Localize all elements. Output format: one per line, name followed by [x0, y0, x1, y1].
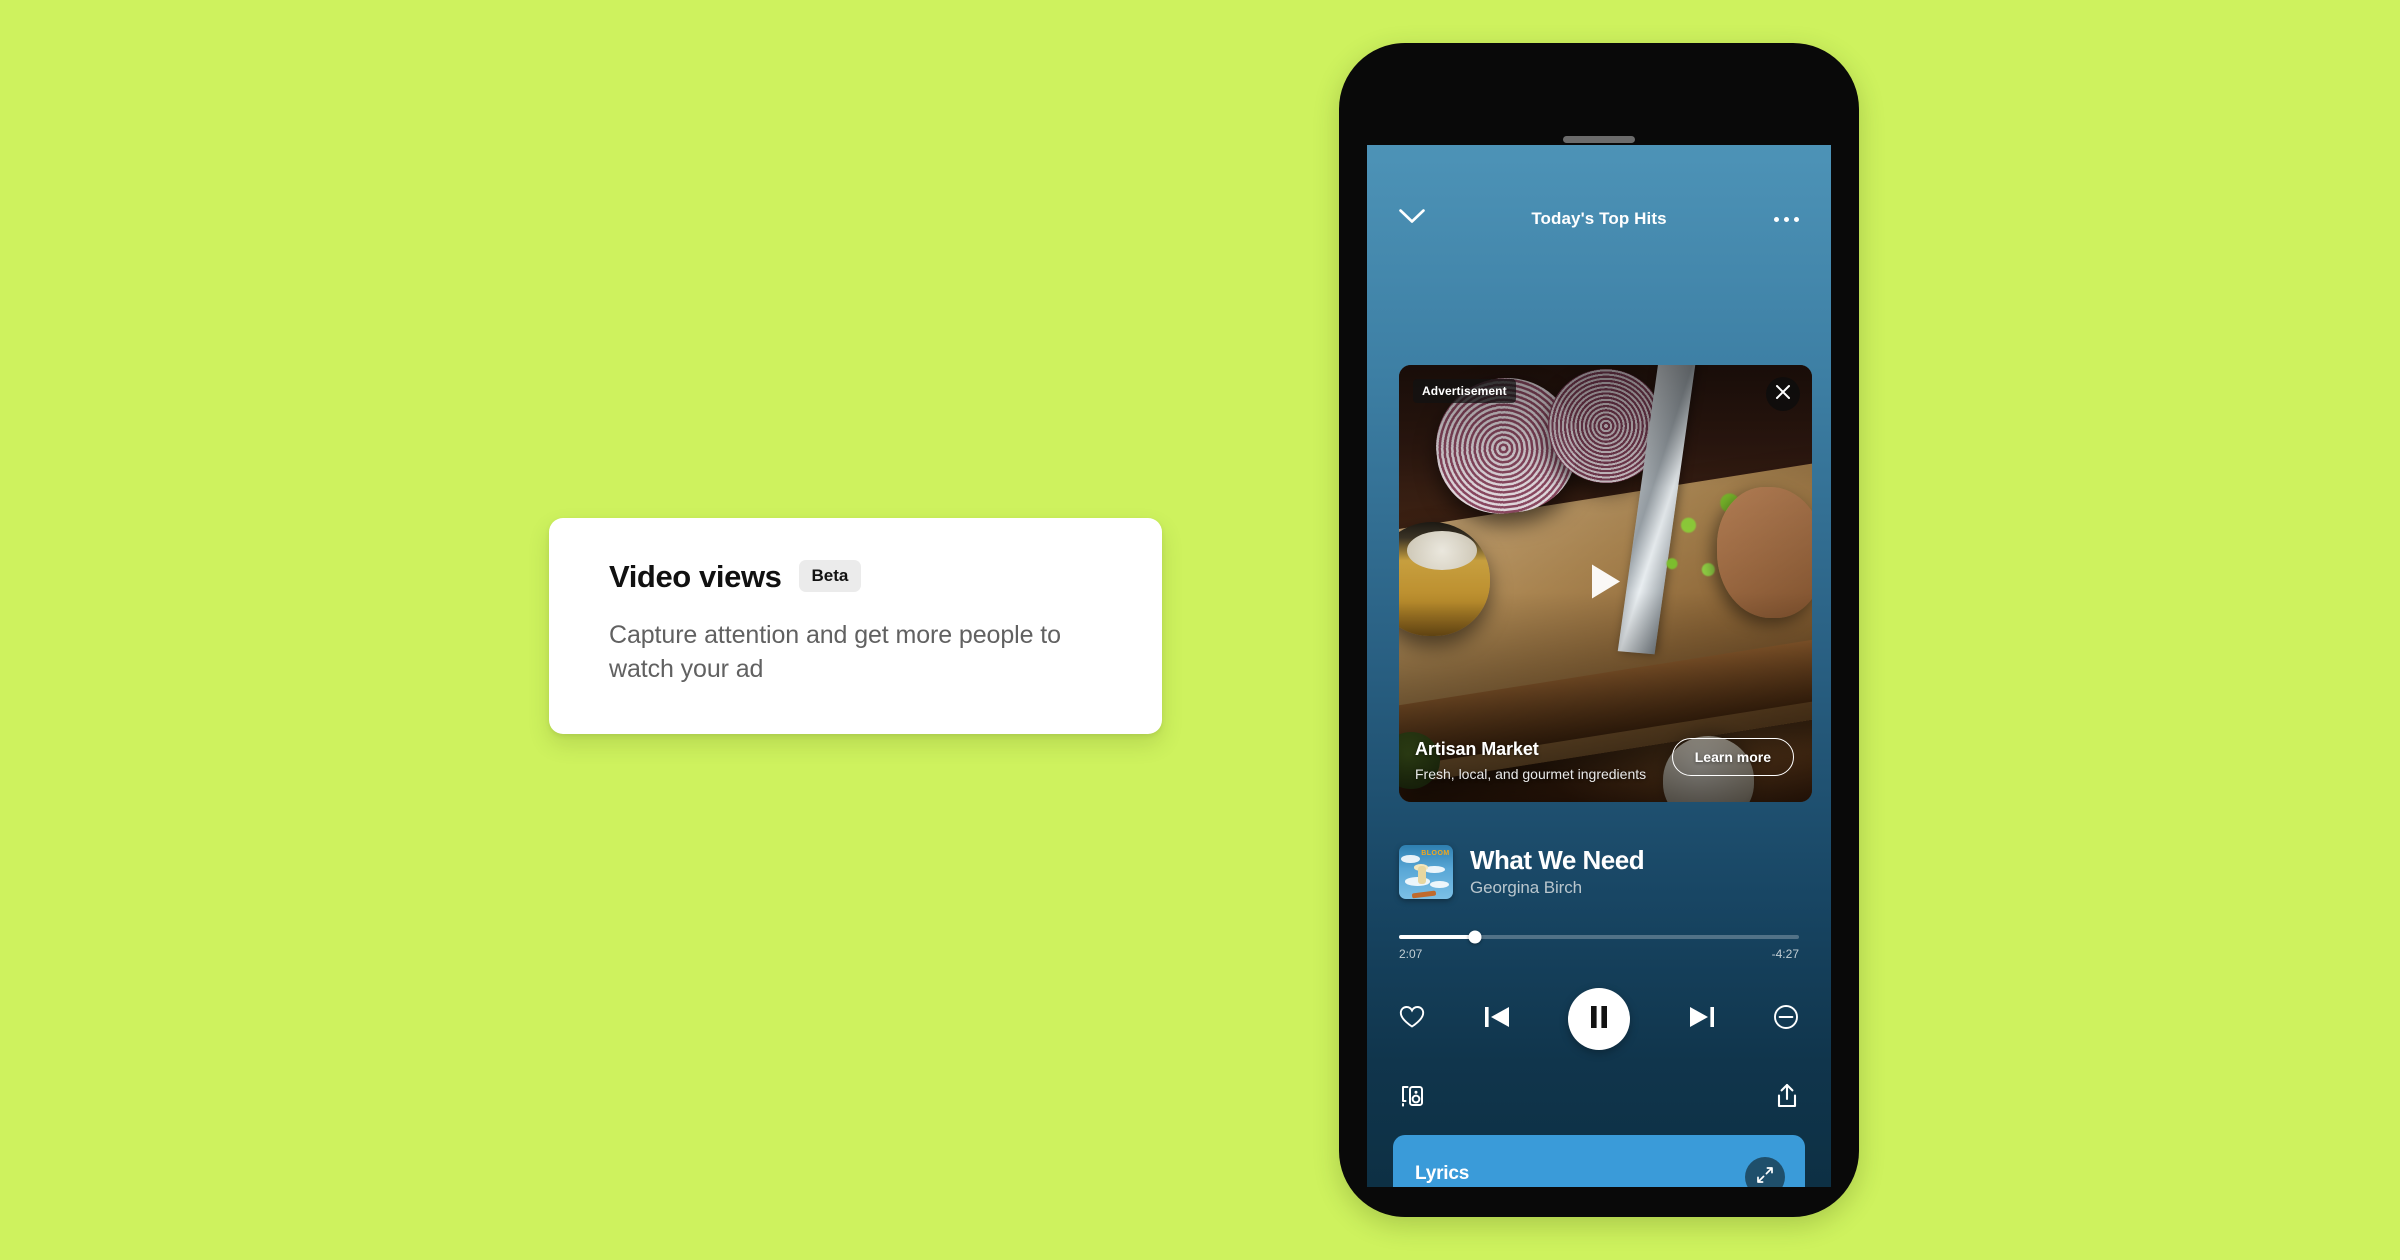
playback-progress: 2:07 -4:27 — [1399, 930, 1799, 961]
album-art-cloud — [1401, 854, 1420, 863]
more-options-icon — [1773, 216, 1779, 222]
status-badge: Beta — [798, 560, 862, 592]
lyrics-title: Lyrics — [1415, 1163, 1470, 1184]
ad-brand-name: Artisan Market — [1415, 739, 1539, 760]
feature-card-description: Capture attention and get more people to… — [609, 621, 1061, 684]
play-icon — [1589, 564, 1623, 604]
track-title: What We Need — [1470, 844, 1645, 875]
phone-mockup: Today's Top Hits Advertisement Artisan M… — [1339, 43, 1859, 1217]
pause-icon — [1588, 1004, 1610, 1035]
more-options-icon-dot2 — [1783, 216, 1789, 222]
page-title: Video views — [609, 558, 782, 594]
progress-times: 2:07 -4:27 — [1399, 947, 1799, 961]
remaining-time: -4:27 — [1771, 947, 1799, 961]
share-button[interactable] — [1775, 1083, 1799, 1114]
feature-card-title-row: Video views Beta — [609, 560, 1112, 592]
advertisement-card[interactable]: Advertisement Artisan Market Fresh, loca… — [1399, 365, 1812, 802]
track-meta: What We Need Georgina Birch — [1470, 844, 1645, 898]
album-artwork[interactable]: BLOOM — [1399, 845, 1453, 899]
play-video-button[interactable] — [1589, 562, 1623, 605]
ad-tagline: Fresh, local, and gourmet ingredients — [1415, 766, 1647, 783]
chevron-down-icon — [1399, 209, 1425, 229]
connect-to-device-icon — [1399, 1084, 1425, 1113]
phone-screen: Today's Top Hits Advertisement Artisan M… — [1367, 145, 1831, 1187]
elapsed-time: 2:07 — [1399, 947, 1423, 961]
learn-more-button[interactable]: Learn more — [1671, 738, 1794, 776]
previous-track-button[interactable] — [1483, 1004, 1511, 1035]
expand-lyrics-button[interactable] — [1745, 1157, 1785, 1187]
skip-next-icon — [1688, 1004, 1716, 1035]
album-art-cloud-4 — [1430, 880, 1449, 888]
album-art-figure — [1418, 865, 1426, 884]
next-track-button[interactable] — [1688, 1004, 1716, 1035]
ad-info: Artisan Market Fresh, local, and gourmet… — [1415, 739, 1712, 784]
like-button[interactable] — [1399, 1005, 1425, 1034]
heart-icon — [1399, 1005, 1425, 1034]
skip-previous-icon — [1483, 1004, 1511, 1035]
more-options-button[interactable] — [1767, 200, 1805, 238]
speaker-slit-icon — [1563, 136, 1635, 143]
track-artist: Georgina Birch — [1470, 878, 1582, 898]
video-views-feature-card: Video views Beta Capture attention and g… — [549, 518, 1162, 734]
progress-bar-fill — [1399, 935, 1475, 939]
connect-to-device-button[interactable] — [1399, 1084, 1425, 1113]
play-pause-button[interactable] — [1568, 988, 1630, 1050]
advertisement-label: Advertisement — [1413, 379, 1516, 403]
close-icon — [1775, 384, 1791, 405]
hide-song-button[interactable] — [1773, 1004, 1799, 1035]
collapse-player-button[interactable] — [1393, 200, 1431, 238]
progress-bar[interactable] — [1399, 930, 1799, 944]
hide-song-icon — [1773, 1004, 1799, 1035]
lyrics-panel[interactable]: Lyrics — [1393, 1135, 1805, 1187]
album-art-board — [1411, 890, 1436, 899]
close-ad-button[interactable] — [1766, 377, 1800, 411]
more-options-icon-dot3 — [1793, 216, 1799, 222]
playback-controls — [1399, 985, 1799, 1053]
player-bottom-bar — [1399, 1083, 1799, 1114]
expand-icon — [1756, 1166, 1774, 1188]
progress-bar-handle[interactable] — [1468, 930, 1482, 944]
playlist-title: Today's Top Hits — [1531, 209, 1667, 228]
track-info: BLOOM What We Need Georgina Birch — [1399, 845, 1799, 899]
player-topbar: Today's Top Hits — [1367, 195, 1831, 243]
album-art-title-text: BLOOM — [1421, 849, 1450, 857]
share-icon — [1775, 1083, 1799, 1114]
